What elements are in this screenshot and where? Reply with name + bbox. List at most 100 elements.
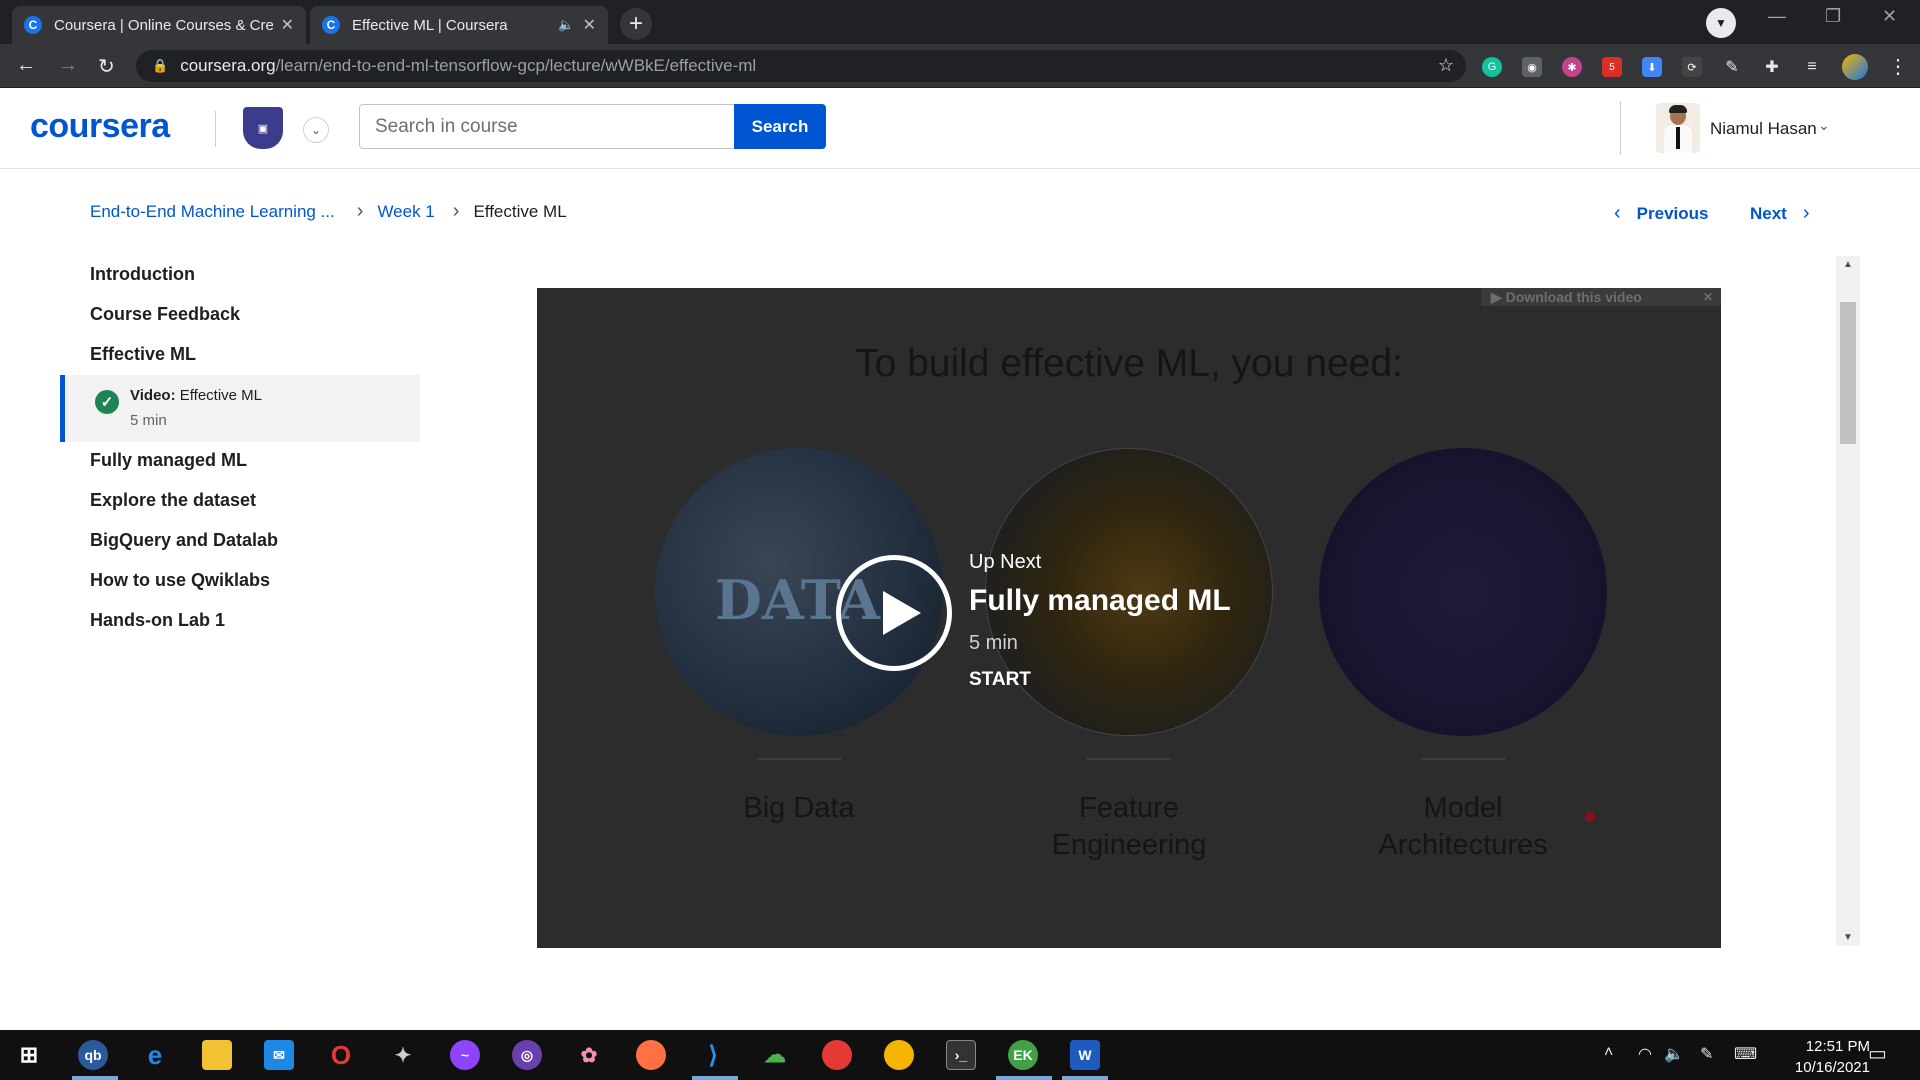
mail-icon[interactable]: ✉ [264,1040,294,1070]
restore-icon[interactable]: ❐ [1825,6,1841,27]
sidebar-item-qwiklabs[interactable]: How to use Qwiklabs [90,570,270,591]
pen-icon[interactable]: ✎ [1722,57,1742,77]
chrome-icon[interactable] [822,1040,852,1070]
course-header: coursera ▣ ⌄ Search Niamul Hasan ⌄ [0,89,1920,169]
chevron-right-icon: › [452,200,460,222]
satellite-icon[interactable]: ✦ [388,1040,418,1070]
search-button[interactable]: Search [734,104,826,149]
back-arrow-icon[interactable]: ← [16,54,36,77]
github-icon[interactable]: ◎ [512,1040,542,1070]
messenger-icon[interactable]: ~ [450,1040,480,1070]
previous-button[interactable]: ‹ Previous [1614,202,1708,225]
search-input[interactable] [359,104,735,149]
caption-model-architectures: Model Architectures [1378,792,1548,861]
puzzle-extensions-icon[interactable]: ✚ [1762,57,1782,77]
sidebar-item-course-feedback[interactable]: Course Feedback [90,304,240,325]
sidebar-item-explore-dataset[interactable]: Explore the dataset [90,490,256,511]
file-explorer-icon[interactable] [202,1040,232,1070]
chevron-up-icon[interactable]: ˄ [1604,1044,1613,1062]
next-label: Next [1750,203,1787,223]
lesson-title: Effective ML [179,387,263,404]
sidebar-item-effective-ml[interactable]: Effective ML [90,344,196,365]
next-button[interactable]: Next › [1750,202,1810,225]
close-tab-icon[interactable]: ✕ [281,15,294,35]
browser-profile-avatar[interactable] [1842,54,1868,80]
download-video-bar[interactable]: ▶ Download this video ✕ [1481,288,1721,306]
camera-icon[interactable]: ◉ [1522,57,1542,77]
minimize-icon[interactable]: — [1768,6,1786,27]
windows-start-icon[interactable]: ⊞ [14,1040,44,1070]
wifi-icon[interactable]: ◠ [1638,1044,1652,1064]
keyboard-icon[interactable]: ⌨ [1734,1044,1757,1064]
close-icon[interactable]: ✕ [1703,290,1713,304]
close-window-icon[interactable]: ✕ [1882,6,1897,27]
opera-icon[interactable]: O [326,1040,356,1070]
speaker-muted-icon[interactable]: 🔈 [558,17,574,33]
sidebar-item-fully-managed-ml[interactable]: Fully managed ML [90,450,247,471]
sidebar-active-lesson[interactable]: ✓ Video: Effective ML 5 min [60,375,420,442]
colorful-extension-icon[interactable]: ✱ [1562,57,1582,77]
sidebar-item-introduction[interactable]: Introduction [90,264,195,285]
sync-icon[interactable]: ⟳ [1682,57,1702,77]
chrome-ek-icon[interactable]: EK [1008,1040,1038,1070]
page-scrollbar[interactable]: ▲ ▼ [1836,256,1860,946]
new-tab-button[interactable]: + [620,8,652,40]
scroll-up-arrow-icon[interactable]: ▲ [1843,259,1853,270]
close-tab-icon[interactable]: ✕ [583,15,596,35]
clock-date: 10/16/2021 [1794,1059,1870,1076]
forward-arrow-icon[interactable]: → [58,54,78,77]
up-next-panel[interactable]: Up Next Fully managed ML 5 min START [969,551,1231,691]
lesson-type-label: Video: [130,387,176,404]
gb-app-icon[interactable]: qb [78,1040,108,1070]
chevron-down-icon[interactable]: ⌄ [1818,117,1830,134]
breadcrumb-course-link[interactable]: End-to-End Machine Learning ... [90,202,335,222]
previous-label: Previous [1636,203,1709,223]
vscode-icon[interactable]: ⟩ [698,1040,728,1070]
download-extension-icon[interactable]: ⬇ [1642,57,1662,77]
avatar[interactable] [1656,103,1700,153]
up-next-title[interactable]: Fully managed ML [969,584,1231,618]
edge-icon[interactable]: e [140,1040,170,1070]
tab-coursera-home[interactable]: C Coursera | Online Courses & Credential… [12,6,306,44]
tab-title: Effective ML | Coursera [352,16,508,34]
volume-icon[interactable]: 🔈 [1664,1044,1684,1064]
bookmark-extension-icon[interactable]: 5 [1602,57,1622,77]
system-clock[interactable]: 12:51 PM 10/16/2021 [1770,1036,1870,1078]
lesson-duration: 5 min [130,412,167,429]
coursera-favicon-icon: C [24,16,42,34]
play-icon[interactable] [836,555,952,671]
completed-check-icon: ✓ [95,390,119,414]
breadcrumb-week-link[interactable]: Week 1 [377,202,434,222]
user-name[interactable]: Niamul Hasan [1710,119,1817,139]
pinwheel-icon[interactable]: ✿ [574,1040,604,1070]
cloud-app-icon[interactable]: ☁ [760,1040,790,1070]
grammarly-icon[interactable]: G [1482,57,1502,77]
more-menu-icon[interactable]: ⋮ [1888,54,1908,79]
tab-effective-ml[interactable]: C Effective ML | Coursera 🔈 ✕ [310,6,608,44]
sidebar-item-hands-on-lab[interactable]: Hands-on Lab 1 [90,610,225,631]
scrollbar-thumb[interactable] [1840,302,1856,444]
word-icon[interactable]: W [1070,1040,1100,1070]
clock-time: 12:51 PM [1805,1038,1870,1055]
scroll-down-arrow-icon[interactable]: ▼ [1843,932,1853,943]
reload-icon[interactable]: ↻ [98,54,115,79]
chevron-right-icon: › [1802,202,1810,224]
notifications-icon[interactable]: ▭ [1868,1041,1887,1066]
reading-list-icon[interactable]: ≡ [1802,57,1822,77]
chevron-down-icon[interactable]: ⌄ [303,117,329,143]
pen-tray-icon[interactable]: ✎ [1700,1044,1713,1064]
tab-search-icon[interactable]: ▼ [1706,8,1736,38]
university-crest-icon[interactable]: ▣ [243,107,283,149]
address-toolbar: ← → ↻ 🔒 coursera.org/learn/end-to-end-ml… [0,44,1920,88]
coursera-logo[interactable]: coursera [30,107,170,146]
terminal-icon[interactable]: ›_ [946,1040,976,1070]
extension-badge: 5 [1609,61,1615,73]
up-next-start-button[interactable]: START [969,669,1231,691]
up-next-duration: 5 min [969,632,1018,654]
bookmark-star-icon[interactable]: ☆ [1438,55,1454,76]
chrome-profile-icon[interactable] [884,1040,914,1070]
firefox-icon[interactable] [636,1040,666,1070]
url-bar[interactable]: 🔒 coursera.org/learn/end-to-end-ml-tenso… [136,50,1466,82]
video-player[interactable]: ▶ Download this video ✕ To build effecti… [537,288,1721,948]
sidebar-item-bigquery-datalab[interactable]: BigQuery and Datalab [90,530,278,551]
